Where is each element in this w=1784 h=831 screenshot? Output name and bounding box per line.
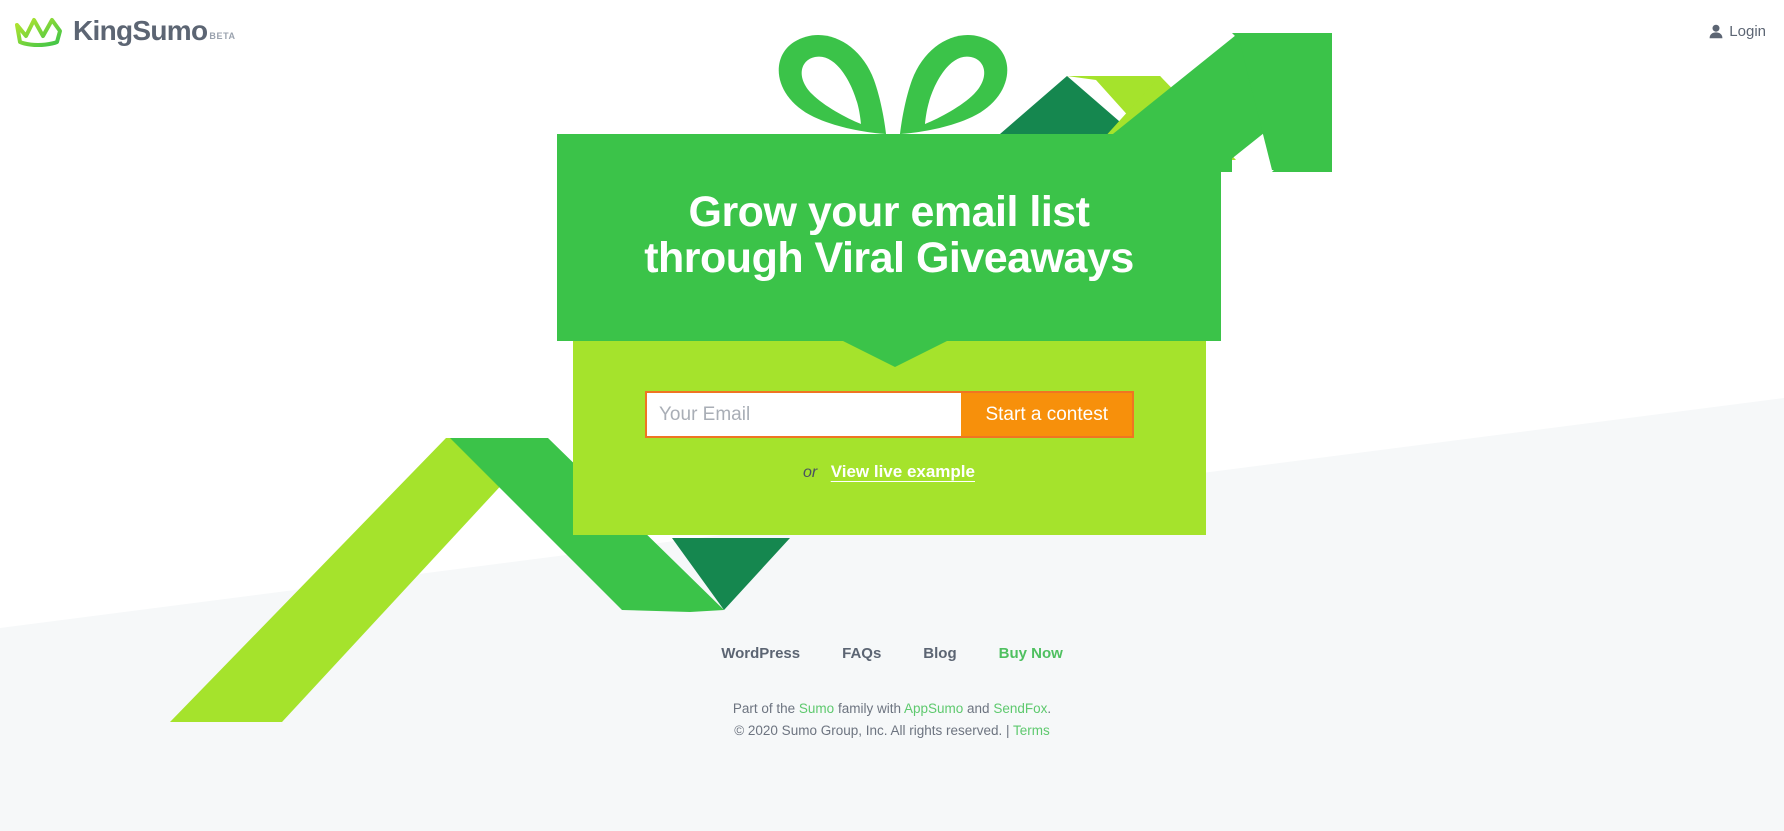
footer-link-sumo[interactable]: Sumo (799, 701, 834, 716)
hero-lime-panel (573, 341, 1206, 535)
family-prefix: Part of the (732, 701, 799, 716)
page-title: Grow your email list through Viral Givea… (644, 190, 1134, 284)
user-icon (1709, 24, 1723, 38)
family-mid: family with (834, 701, 904, 716)
headline-line-1: Grow your email list (688, 188, 1091, 237)
top-bar: King Sumo BETA Login (0, 0, 1784, 62)
view-live-example-link[interactable]: View live example (831, 462, 975, 481)
alternative-action-row: or View live example (557, 462, 1221, 482)
family-suffix: . (1047, 701, 1052, 716)
logo-sumo: Sumo (132, 15, 208, 46)
footer: WordPress FAQs Blog Buy Now Part of the … (0, 645, 1784, 742)
copyright-text: © 2020 Sumo Group, Inc. All rights reser… (734, 722, 1014, 738)
logo-beta-badge: BETA (209, 31, 236, 41)
email-field[interactable] (647, 393, 962, 436)
page-root: King Sumo BETA Login Grow your email list … (0, 0, 1784, 831)
footer-link-blog[interactable]: Blog (923, 645, 956, 662)
footer-link-buy-now[interactable]: Buy Now (999, 645, 1063, 662)
footer-copyright-line: © 2020 Sumo Group, Inc. All rights reser… (0, 720, 1784, 742)
footer-link-terms[interactable]: Terms (1013, 723, 1050, 738)
hero-green-panel: Grow your email list through Viral Givea… (557, 134, 1221, 341)
footer-nav: WordPress FAQs Blog Buy Now (0, 645, 1784, 662)
start-contest-button[interactable]: Start a contest (961, 393, 1132, 436)
or-label: or (803, 464, 818, 481)
login-label: Login (1729, 22, 1766, 40)
login-button[interactable]: Login (1709, 23, 1766, 40)
family-and: and (963, 701, 994, 716)
logo-wordmark: King Sumo BETA (73, 15, 236, 47)
footer-link-faqs[interactable]: FAQs (842, 645, 881, 662)
footer-link-appsumo[interactable]: AppSumo (904, 701, 963, 716)
footer-link-sendfox[interactable]: SendFox (993, 701, 1047, 716)
logo-king: King (73, 15, 133, 46)
headline-line-2: through Viral Giveaways (644, 233, 1134, 282)
footer-link-wordpress[interactable]: WordPress (721, 645, 800, 662)
logo-link[interactable]: King Sumo BETA (14, 15, 236, 47)
footer-family-line: Part of the Sumo family with AppSumo and… (0, 698, 1784, 720)
signup-form: Start a contest (645, 391, 1134, 438)
crown-icon (15, 18, 62, 47)
